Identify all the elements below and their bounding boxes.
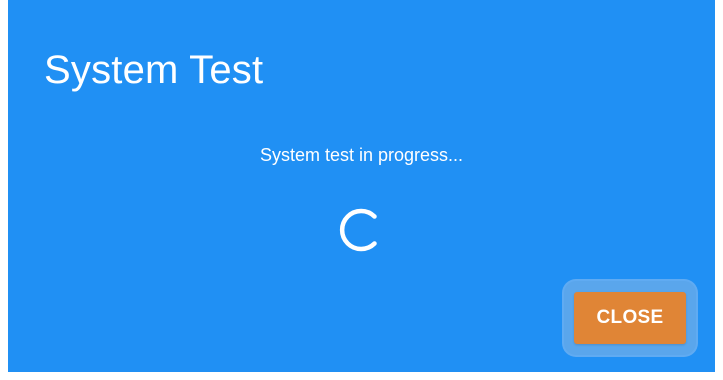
progress-message: System test in progress... <box>259 145 464 165</box>
system-test-dialog: System Test System test in progress... C… <box>8 0 715 372</box>
close-button[interactable]: CLOSE <box>574 292 686 344</box>
loading-spinner-icon <box>333 202 389 258</box>
dialog-title: System Test <box>44 48 264 92</box>
